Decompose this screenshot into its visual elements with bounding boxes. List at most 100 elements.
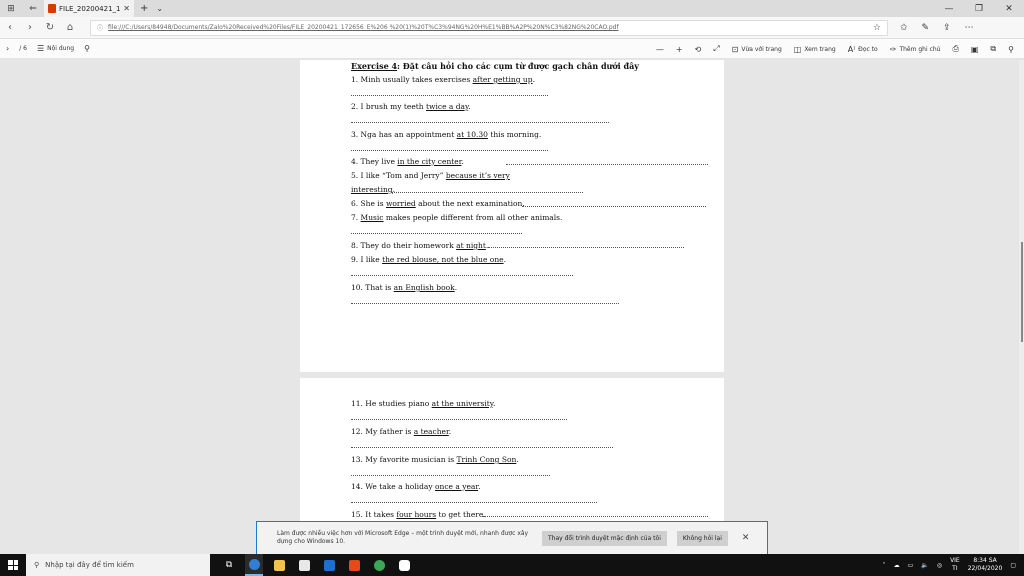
tab-active[interactable]: FILE_20200421_172656_ ✕ [44, 0, 134, 17]
page-indicator[interactable]: / 6 [19, 45, 27, 52]
list-item: 13. My favorite musician is Trinh Cong S… [351, 455, 519, 464]
rotate-icon[interactable]: ⟲ [695, 45, 702, 54]
home-icon[interactable]: ⌂ [60, 22, 80, 33]
chevron-down-icon[interactable]: ⌄ [156, 4, 163, 13]
list-item: 9. I like the red blouse, not the blue o… [351, 255, 506, 264]
vertical-scrollbar[interactable] [1019, 60, 1024, 554]
info-icon: ⓘ [97, 25, 104, 32]
zalo-icon[interactable] [395, 554, 413, 576]
browser-actions: ✩ ✎ ⇪ ⋯ [900, 23, 974, 33]
save-as-icon[interactable]: ⧉ [990, 44, 996, 54]
zoom-out-icon[interactable]: — [656, 45, 664, 54]
search-placeholder: Nhập tại đây để tìm kiếm [45, 561, 134, 569]
fit-page-button[interactable]: ⊡ Vừa với trang [732, 45, 782, 54]
page-view-button[interactable]: ◫ Xem trang [794, 45, 836, 54]
pin-icon[interactable]: ⚲ [1008, 45, 1014, 54]
list-item: 11. He studies piano at the university. [351, 399, 496, 408]
search-icon[interactable]: ⚲ [84, 44, 90, 53]
favorites-icon[interactable]: ✩ [900, 23, 908, 33]
close-tab-icon[interactable]: ✕ [123, 4, 130, 13]
system-tray: ˄ ☁ ▭ 🔈 ◎ VIE TI 8:34 SA 22/04/2020 ▢ [883, 554, 1016, 576]
clock[interactable]: 8:34 SA 22/04/2020 [968, 557, 1003, 573]
toc-button[interactable]: ☰ Nội dung [37, 44, 74, 53]
file-explorer-icon[interactable] [270, 554, 288, 576]
tab-actions-icon[interactable]: ⊞ [0, 0, 22, 17]
language-indicator[interactable]: VIE TI [950, 557, 960, 573]
address-bar: ‹ › ↻ ⌂ ⓘ file:///C:/Users/84948/Documen… [0, 17, 1024, 39]
mail-icon[interactable] [320, 554, 338, 576]
answer-line [488, 247, 684, 248]
pdf-viewer[interactable]: Exercise 4: Đặt câu hỏi cho các cụm từ đ… [0, 60, 1024, 554]
list-item: 8. They do their homework at night. [351, 241, 489, 250]
windows-logo-icon [8, 560, 18, 570]
edge-icon[interactable] [245, 554, 263, 576]
taskbar-search[interactable]: ⚲ Nhập tại đây để tìm kiếm [26, 554, 210, 576]
answer-line [351, 122, 609, 123]
list-item: 12. My father is a teacher. [351, 427, 452, 436]
print-icon[interactable]: ⎙ [952, 44, 958, 54]
url-text: file:///C:/Users/84948/Documents/Zalo%20… [108, 24, 619, 31]
zoom-in-icon[interactable]: + [676, 45, 683, 54]
start-button[interactable] [0, 554, 26, 576]
list-item: 6. She is worried about the next examina… [351, 199, 525, 208]
answer-line [351, 95, 548, 96]
notifications-icon[interactable]: ▢ [1010, 562, 1016, 569]
cloud-icon[interactable]: ☁ [894, 562, 900, 569]
edge-default-browser-notification: Làm được nhiều việc hơn với Microsoft Ed… [256, 521, 768, 555]
maximize-icon[interactable]: ❐ [964, 0, 994, 17]
add-notes-button[interactable]: ✑ Thêm ghi chú [890, 45, 941, 54]
pen-icon: ✑ [889, 44, 897, 54]
dont-ask-again-button[interactable]: Không hỏi lại [676, 530, 728, 546]
chevron-up-icon[interactable]: ˄ [883, 562, 886, 569]
tab-bar: ⊞ ⇐ FILE_20200421_172656_ ✕ + ⌄ — ❐ ✕ [0, 0, 1024, 17]
answer-line [351, 275, 573, 276]
pdf-icon [48, 4, 56, 13]
close-window-icon[interactable]: ✕ [994, 0, 1024, 17]
list-item: 15. It takes four hours to get there. [351, 510, 486, 519]
chevron-right-icon[interactable]: › [6, 44, 9, 53]
list-item: interesting. [351, 185, 395, 194]
favorite-star-icon[interactable]: ☆ [873, 23, 881, 33]
answer-line [351, 475, 550, 476]
list-item: 4. They live in the city center. [351, 157, 464, 166]
close-icon[interactable]: ✕ [742, 533, 750, 543]
answer-line [391, 192, 583, 193]
task-view-icon[interactable]: ⧉ [220, 554, 238, 576]
scrollbar-thumb[interactable] [1021, 242, 1023, 342]
volume-icon[interactable]: 🔈 [921, 562, 928, 569]
store-icon[interactable] [295, 554, 313, 576]
answer-line [351, 419, 567, 420]
notes-icon[interactable]: ✎ [922, 23, 930, 33]
refresh-icon[interactable]: ↻ [40, 22, 60, 33]
tab-title: FILE_20200421_172656_ [59, 4, 121, 13]
url-field[interactable]: ⓘ file:///C:/Users/84948/Documents/Zalo%… [90, 19, 888, 36]
window-controls: — ❐ ✕ [934, 0, 1024, 17]
chrome-icon[interactable] [370, 554, 388, 576]
forward-icon[interactable]: › [20, 22, 40, 33]
taskbar-apps: ⧉ [220, 554, 413, 576]
answer-line [351, 303, 619, 304]
fullscreen-icon[interactable]: ⤢ [713, 44, 719, 54]
answer-line [351, 150, 548, 151]
set-aside-tabs-icon[interactable]: ⇐ [22, 0, 44, 17]
new-tab-button[interactable]: + [140, 3, 148, 14]
more-icon[interactable]: ⋯ [965, 23, 974, 33]
save-icon[interactable]: ▣ [971, 45, 979, 54]
change-default-browser-button[interactable]: Thay đổi trình duyệt mặc định của tôi [542, 530, 667, 546]
search-icon: ⚲ [34, 561, 40, 569]
list-item: 3. Nga has an appointment at 10.30 this … [351, 130, 542, 139]
network-icon[interactable]: ▭ [908, 562, 914, 569]
back-icon[interactable]: ‹ [0, 22, 20, 33]
page-view-icon: ◫ [793, 44, 802, 54]
office-icon[interactable] [345, 554, 363, 576]
answer-line [351, 233, 522, 234]
list-item: 7. Music makes people different from all… [351, 213, 563, 222]
power-icon[interactable]: ◎ [937, 562, 942, 569]
list-item: 1. Minh usually takes exercises after ge… [351, 75, 535, 84]
list-item: 2. I brush my teeth twice a day. [351, 102, 471, 111]
exercise-heading: Exercise 4: Đặt câu hỏi cho các cụm từ đ… [351, 61, 639, 71]
list-item: 14. We take a holiday once a year. [351, 482, 481, 491]
share-icon[interactable]: ⇪ [943, 23, 951, 33]
read-aloud-button[interactable]: A⁾ Đọc to [848, 45, 878, 54]
minimize-icon[interactable]: — [934, 0, 964, 17]
